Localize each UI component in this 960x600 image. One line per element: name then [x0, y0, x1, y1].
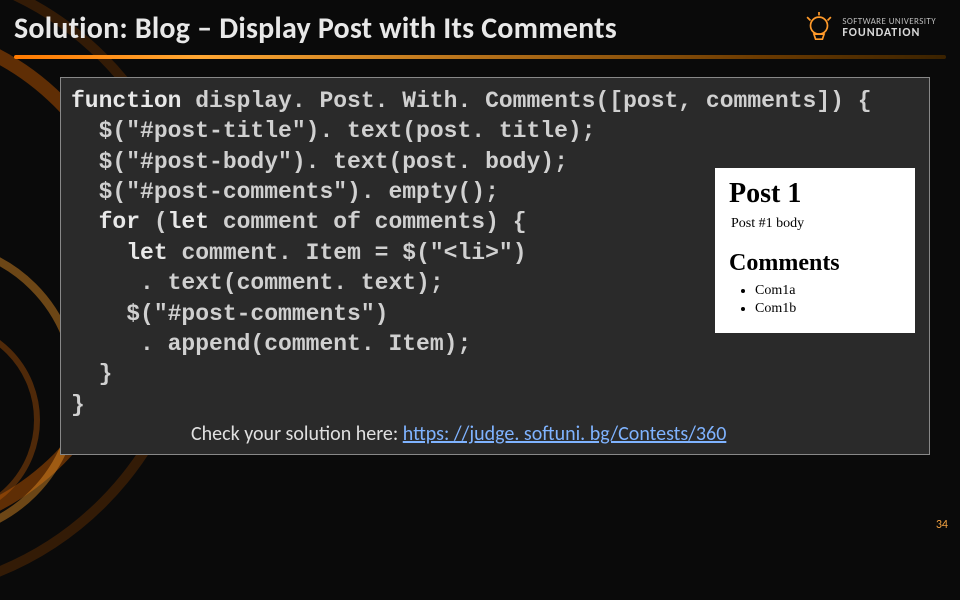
- post-body: Post #1 body: [731, 216, 903, 232]
- code-line: comment of comments) {: [209, 209, 526, 235]
- logo-line2: FOUNDATION: [842, 27, 936, 40]
- lightbulb-icon: [802, 12, 836, 46]
- code-line: $("#post-comments"). empty();: [71, 179, 499, 205]
- code-line: }: [71, 392, 85, 418]
- code-line: . append(comment. Item);: [71, 331, 471, 357]
- check-label: Check your solution here:: [191, 422, 403, 446]
- slide-title: Solution: Blog – Display Post with Its C…: [14, 10, 617, 47]
- keyword-let: let: [126, 240, 167, 266]
- post-title: Post 1: [729, 178, 903, 210]
- keyword-let: let: [168, 209, 209, 235]
- check-solution-line: Check your solution here: https: //judge…: [71, 422, 919, 446]
- softuni-logo: SOFTWARE UNIVERSITY FOUNDATION: [802, 12, 936, 46]
- slide-header: Solution: Blog – Display Post with Its C…: [0, 0, 960, 47]
- code-line: $("#post-title"). text(post. title);: [71, 118, 596, 144]
- code-card: function display. Post. With. Comments([…: [60, 77, 930, 455]
- code-line: . text(comment. text);: [71, 270, 444, 296]
- code-line: comment. Item = $("<li>"): [168, 240, 527, 266]
- logo-text: SOFTWARE UNIVERSITY FOUNDATION: [842, 17, 936, 39]
- code-line: (: [140, 209, 168, 235]
- page-number: 34: [936, 518, 948, 532]
- comments-list: Com1a Com1b: [729, 283, 903, 317]
- comments-heading: Comments: [729, 250, 903, 277]
- header-rule: [14, 55, 946, 59]
- rendered-preview: Post 1 Post #1 body Comments Com1a Com1b: [715, 168, 915, 333]
- list-item: Com1a: [755, 283, 903, 299]
- code-line: }: [71, 361, 112, 387]
- keyword-function: function: [71, 88, 181, 114]
- code-line: [71, 240, 126, 266]
- code-line: $("#post-comments"): [71, 301, 388, 327]
- list-item: Com1b: [755, 301, 903, 317]
- keyword-for: for: [71, 209, 140, 235]
- code-line: display. Post. With. Comments([post, com…: [181, 88, 871, 114]
- code-line: $("#post-body"). text(post. body);: [71, 149, 568, 175]
- check-link[interactable]: https: //judge. softuni. bg/Contests/360: [403, 422, 727, 446]
